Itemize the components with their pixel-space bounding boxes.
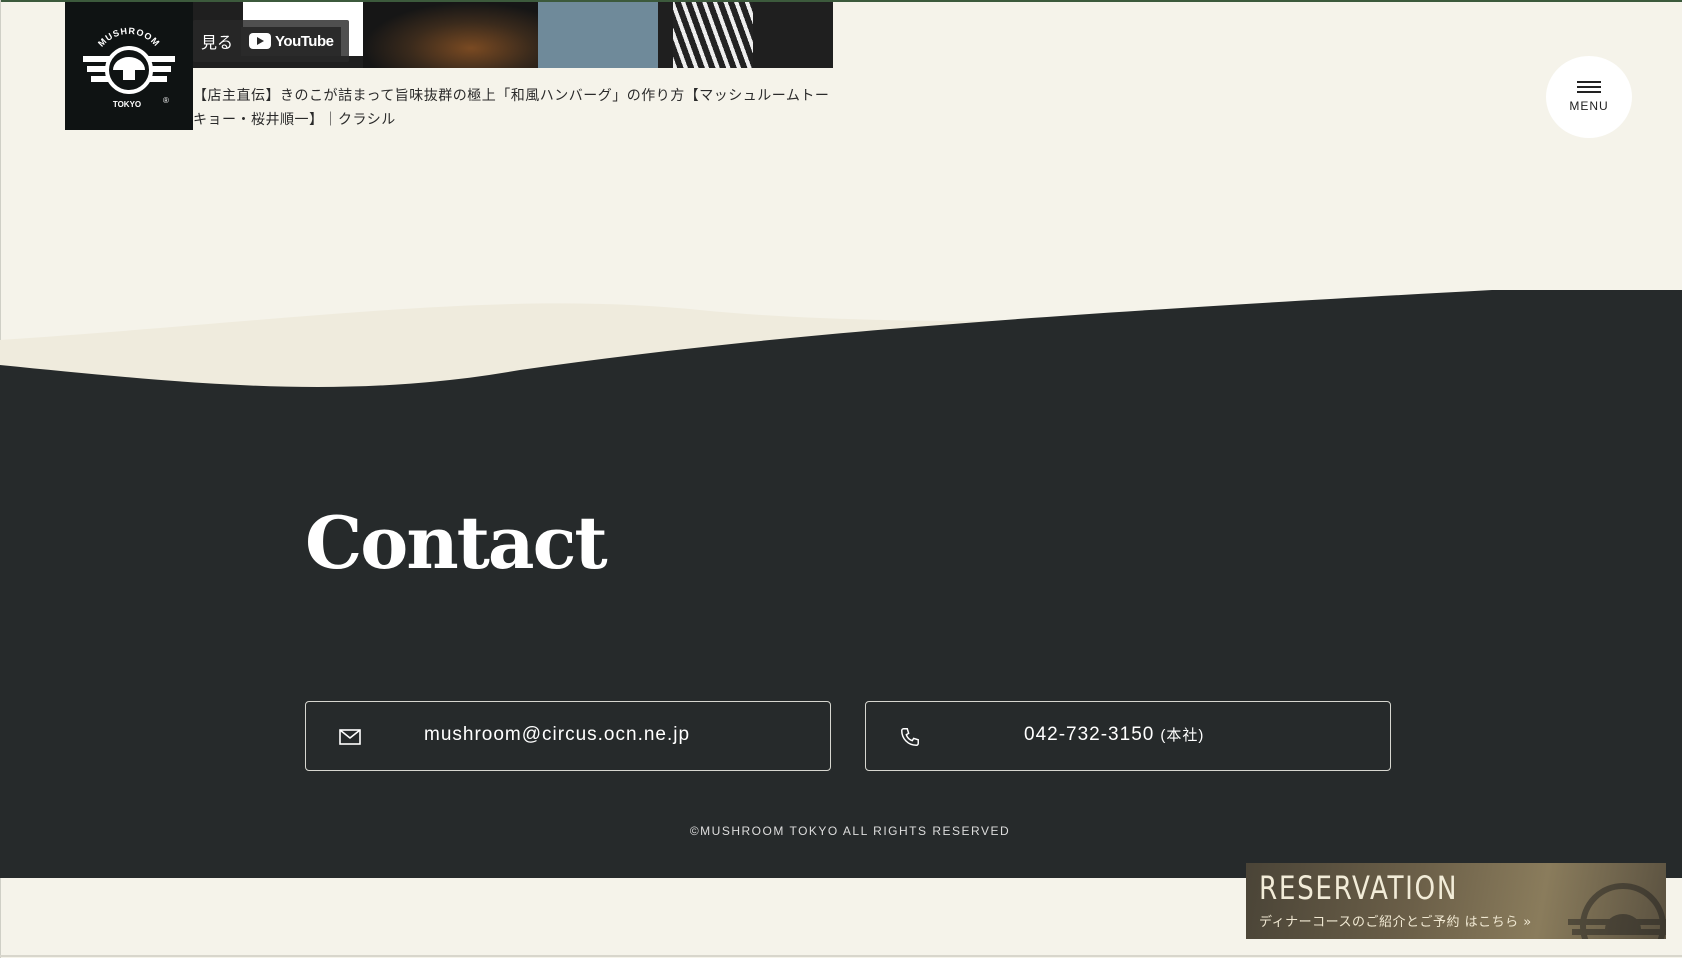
wave-divider (0, 290, 1682, 410)
thumbnail-apron-image (538, 2, 658, 68)
phone-number-text: 042-732-3150 (本社) (1024, 724, 1204, 746)
thumbnail-stripe-image (673, 2, 753, 68)
hamburger-icon (1577, 81, 1601, 93)
youtube-logo: YouTube (241, 26, 342, 56)
contact-heading: Contact (305, 500, 608, 585)
mail-icon (339, 729, 361, 745)
reservation-subtitle: ディナーコースのご紹介とご予約 はこちら » (1259, 915, 1532, 930)
watch-label: 見る (201, 33, 234, 52)
menu-label: MENU (1569, 99, 1609, 113)
site-logo[interactable]: MUSHROOM TOKYO ® (65, 2, 193, 130)
youtube-play-icon (249, 33, 272, 49)
mushroom-logo-icon: MUSHROOM TOKYO ® (83, 26, 175, 109)
mushroom-emblem-icon (1568, 883, 1666, 939)
email-address: mushroom@circus.ocn.ne.jp (424, 724, 691, 745)
reservation-title: RESERVATION (1259, 869, 1459, 907)
svg-text:MUSHROOM: MUSHROOM (96, 26, 162, 49)
video-thumbnail[interactable]: 見る YouTube (193, 2, 833, 68)
phone-number: 042-732-3150 (1024, 724, 1155, 745)
logo-registered-mark: ® (163, 96, 169, 105)
contact-section (0, 408, 1682, 878)
logo-bottom-text: TOKYO (113, 100, 141, 109)
thumbnail-pan-image (363, 2, 543, 68)
watch-on-youtube-button[interactable]: 見る YouTube (193, 20, 350, 62)
video-caption[interactable]: 【店主直伝】きのこが詰まって旨味抜群の極上「和風ハンバーグ」の作り方【マッシュル… (193, 84, 843, 132)
phone-icon (901, 728, 919, 746)
phone-note: (本社) (1160, 727, 1205, 744)
phone-contact-button[interactable]: 042-732-3150 (本社) (865, 701, 1391, 771)
menu-button[interactable]: MENU (1546, 56, 1632, 138)
email-contact-button[interactable]: mushroom@circus.ocn.ne.jp (305, 701, 831, 771)
logo-top-text: MUSHROOM (96, 26, 161, 49)
bottom-divider (0, 955, 1682, 957)
youtube-wordmark: YouTube (275, 32, 334, 50)
copyright: ©MUSHROOM TOKYO ALL RIGHTS RESERVED (689, 824, 1011, 838)
reservation-banner[interactable]: RESERVATION ディナーコースのご紹介とご予約 はこちら » (1246, 863, 1666, 939)
